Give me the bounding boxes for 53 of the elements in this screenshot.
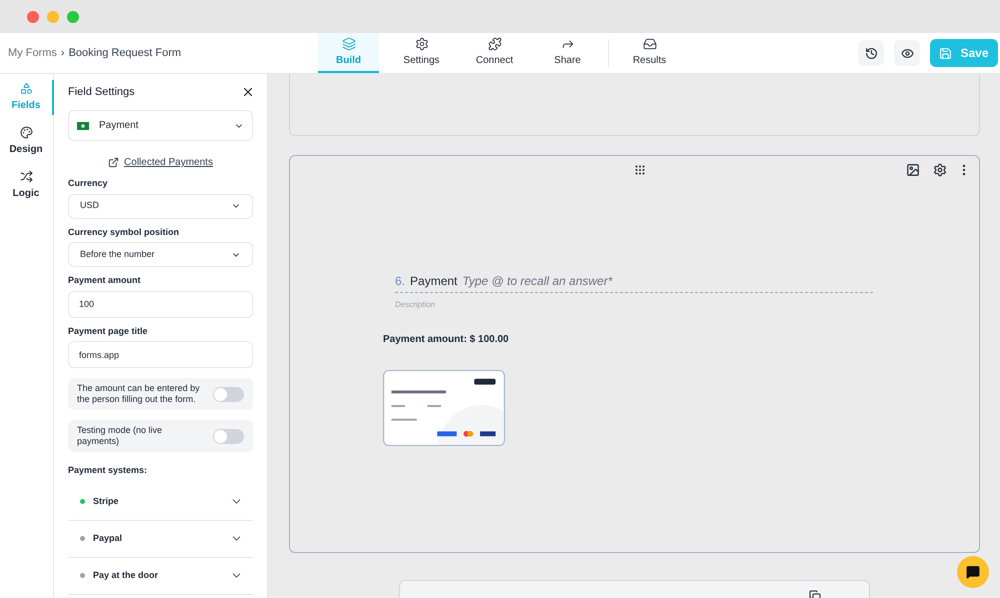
toggle-label: Testing mode (no live payments): [77, 425, 164, 447]
breadcrumb-link[interactable]: My Forms: [8, 44, 57, 62]
panel-title: Field Settings: [68, 84, 135, 100]
breadcrumb-separator: ›: [60, 46, 65, 61]
rail-tab[interactable]: Logic: [0, 168, 54, 203]
section-heading: Payment systems:: [68, 464, 148, 477]
description-field[interactable]: Description: [395, 299, 595, 311]
nav-tab[interactable]: Results: [619, 33, 680, 73]
eye-icon: [900, 46, 914, 60]
field-label: Payment amount: [68, 274, 142, 287]
history-icon: [864, 46, 878, 60]
chat-icon: [966, 565, 980, 579]
toggle-switch[interactable]: [213, 386, 244, 402]
payment-system-row[interactable]: Stripe: [68, 484, 253, 520]
close-icon[interactable]: [241, 85, 255, 99]
palette-icon: [20, 126, 32, 139]
input-field[interactable]: 100: [68, 290, 253, 318]
breadcrumb-current: Booking Request Form: [68, 46, 182, 61]
gear-icon[interactable]: [933, 162, 947, 176]
question-title-field[interactable]: 6. Payment Type @ to recall an answer*: [395, 272, 873, 293]
toggle-label: The amount can be entered by the person filling out the form.: [77, 383, 201, 405]
field-label: Payment page title: [68, 324, 149, 338]
payment-system-row[interactable]: Paypal: [68, 520, 253, 558]
nav-tab[interactable]: Settings: [391, 33, 452, 73]
drag-handle-icon[interactable]: [634, 164, 646, 176]
external-link-icon: [108, 157, 120, 168]
history-button[interactable]: [858, 40, 884, 66]
inbox-icon: [642, 36, 656, 50]
field-label: Currency: [68, 177, 109, 190]
field-type-select[interactable]: Payment: [68, 110, 253, 141]
dropdown[interactable]: USD: [68, 194, 253, 218]
collected-payments-link[interactable]: Collected Payments: [108, 155, 213, 170]
input-field[interactable]: forms.app: [68, 341, 253, 368]
payment-system-row[interactable]: Pay at the door: [68, 558, 253, 594]
chat-button[interactable]: [957, 556, 989, 588]
nav-tab[interactable]: Share: [537, 33, 598, 73]
layers-icon: [342, 36, 356, 50]
shapes-icon: [20, 82, 32, 95]
field-label: Currency symbol position: [68, 226, 180, 239]
image-icon[interactable]: [906, 162, 920, 176]
nav-tab[interactable]: Connect: [464, 33, 525, 73]
question-number: 6.: [395, 273, 406, 290]
title-placeholder: Type @ to recall an answer*: [462, 273, 612, 290]
question-title: Payment: [410, 273, 458, 290]
gear-icon: [414, 36, 428, 50]
payment-amount: Payment amount: $ 100.00: [383, 333, 510, 347]
banknote-icon: [77, 122, 89, 130]
preview-button[interactable]: [894, 40, 920, 66]
shuffle-icon: [20, 170, 32, 183]
toggle-switch[interactable]: [213, 428, 244, 444]
rail-tab[interactable]: Design: [0, 124, 54, 159]
dropdown[interactable]: Before the number: [68, 242, 253, 267]
puzzle-icon: [488, 36, 502, 50]
